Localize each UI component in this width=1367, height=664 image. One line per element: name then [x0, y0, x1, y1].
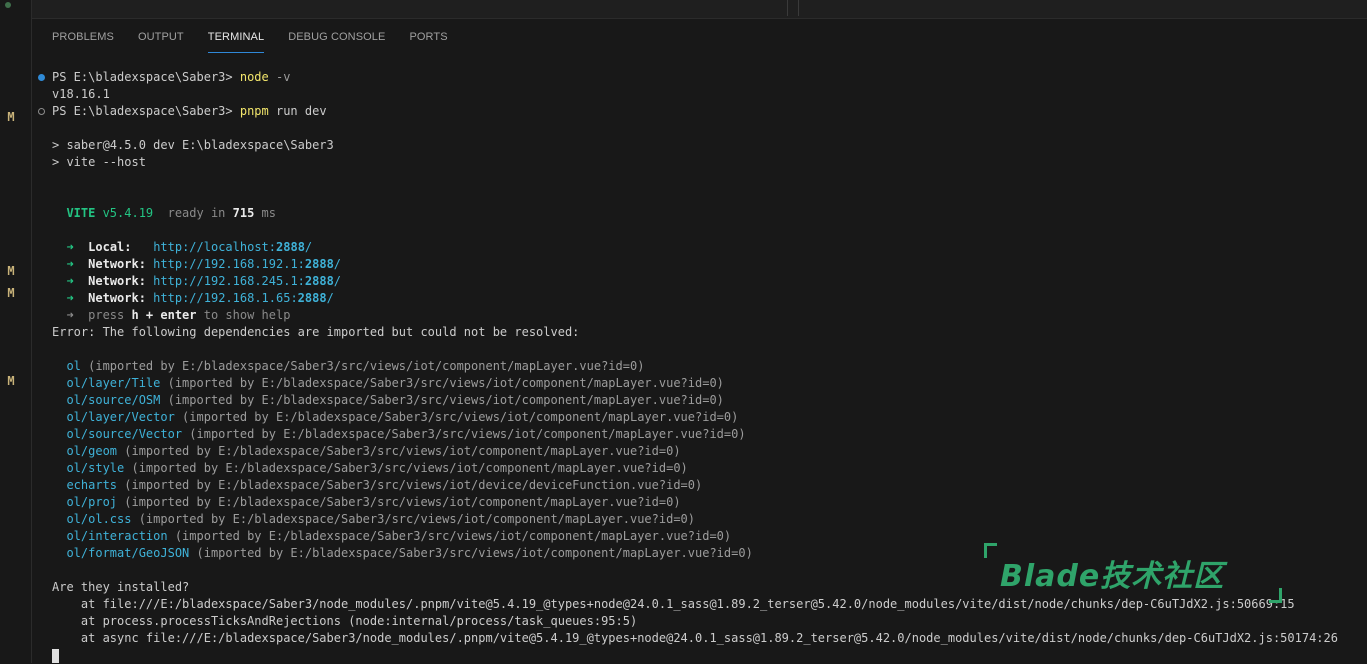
arrow-icon: ➜	[66, 257, 74, 271]
terminal-line: > saber@4.5.0 dev E:\bladexspace\Saber3	[52, 138, 334, 152]
dependency-source[interactable]: (imported by E:/bladexspace/Saber3/src/v…	[175, 410, 738, 424]
network-url-link[interactable]: http://192.168.1.65:2888/	[153, 291, 334, 305]
dependency-name: ol	[66, 359, 81, 373]
dependency-source[interactable]: (imported by E:/bladexspace/Saber3/src/v…	[117, 444, 680, 458]
dependency-row: ol/geom (imported by E:/bladexspace/Sabe…	[52, 443, 1367, 460]
tab-ports[interactable]: PORTS	[409, 27, 447, 51]
dependency-source[interactable]: (imported by E:/bladexspace/Saber3/src/v…	[160, 376, 724, 390]
dependency-row: ol/source/Vector (imported by E:/bladexs…	[52, 426, 1367, 443]
dependency-row: echarts (imported by E:/bladexspace/Sabe…	[52, 477, 1367, 494]
terminal-line: PS E:\bladexspace\Saber3> node -v	[38, 69, 1367, 86]
modified-marker: M	[7, 286, 15, 300]
watermark-text: Blade技术社区	[1000, 559, 1225, 594]
terminal-line: > vite --host	[52, 155, 146, 169]
vite-ready-line: VITE v5.4.19 ready in 715 ms	[66, 206, 277, 220]
dependency-source[interactable]: (imported by E:/bladexspace/Saber3/src/v…	[117, 478, 702, 492]
splitter-handle[interactable]	[798, 0, 799, 16]
dependency-name: ol/style	[66, 461, 125, 475]
panel-tabs: PROBLEMS OUTPUT TERMINAL DEBUG CONSOLE P…	[52, 27, 472, 53]
network-url-link[interactable]: http://192.168.245.1:2888/	[153, 274, 341, 288]
arrow-icon: ➜	[66, 240, 74, 254]
dependency-source[interactable]: (imported by E:/bladexspace/Saber3/src/v…	[117, 495, 680, 509]
arrow-icon: ➜	[66, 308, 74, 322]
dependency-row: ol/style (imported by E:/bladexspace/Sab…	[52, 460, 1367, 477]
tab-output[interactable]: OUTPUT	[138, 27, 184, 51]
dependency-source[interactable]: (imported by E:/bladexspace/Saber3/src/v…	[124, 461, 687, 475]
dependency-source[interactable]: (imported by E:/bladexspace/Saber3/src/v…	[168, 529, 731, 543]
dependency-row: ol (imported by E:/bladexspace/Saber3/sr…	[52, 358, 1367, 375]
network-url-link[interactable]: http://192.168.192.1:2888/	[153, 257, 341, 271]
dependency-source[interactable]: (imported by E:/bladexspace/Saber3/src/v…	[182, 427, 745, 441]
dependency-row: ol/layer/Vector (imported by E:/bladexsp…	[52, 409, 1367, 426]
dependency-source[interactable]: (imported by E:/bladexspace/Saber3/src/v…	[81, 359, 644, 373]
editor-gutter: M M M M	[0, 0, 32, 663]
stack-line: at process.processTicksAndRejections (no…	[52, 614, 638, 628]
watermark-logo: Blade技术社区	[984, 543, 1282, 603]
dependency-name: ol/ol.css	[66, 512, 132, 526]
dependency-name: ol/source/OSM	[66, 393, 161, 407]
dependency-name: ol/layer/Tile	[66, 376, 161, 390]
modified-marker: M	[7, 264, 15, 278]
url-line: ➜ Local: http://localhost:2888/	[66, 240, 313, 254]
dependency-name: ol/proj	[66, 495, 118, 509]
dependency-row: ol/ol.css (imported by E:/bladexspace/Sa…	[52, 511, 1367, 528]
dependency-row: ol/source/OSM (imported by E:/bladexspac…	[52, 392, 1367, 409]
arrow-icon: ➜	[66, 274, 74, 288]
url-line: ➜ Network: http://192.168.245.1:2888/	[66, 274, 342, 288]
dependency-row: ol/layer/Tile (imported by E:/bladexspac…	[52, 375, 1367, 392]
terminal-cursor	[52, 648, 59, 663]
bracket-icon	[984, 543, 997, 558]
dependency-source[interactable]: (imported by E:/bladexspace/Saber3/src/v…	[160, 393, 724, 407]
bracket-icon	[1269, 588, 1282, 603]
local-url-link[interactable]: http://localhost:2888/	[153, 240, 312, 254]
dependency-name: ol/geom	[66, 444, 118, 458]
command-running-icon[interactable]	[38, 108, 45, 115]
help-line: ➜ press h + enter to show help	[66, 308, 291, 322]
dependency-name: ol/source/Vector	[66, 427, 183, 441]
dependency-row: ol/proj (imported by E:/bladexspace/Sabe…	[52, 494, 1367, 511]
dependency-source[interactable]: (imported by E:/bladexspace/Saber3/src/v…	[189, 546, 753, 560]
tab-problems[interactable]: PROBLEMS	[52, 27, 114, 51]
dependency-name: echarts	[66, 478, 118, 492]
tab-terminal[interactable]: TERMINAL	[207, 27, 265, 53]
dependency-source[interactable]: (imported by E:/bladexspace/Saber3/src/v…	[131, 512, 695, 526]
stack-line: at async file:///E:/bladexspace/Saber3/n…	[52, 631, 1338, 645]
terminal-line: PS E:\bladexspace\Saber3> pnpm run dev	[38, 103, 1367, 120]
url-line: ➜ Network: http://192.168.1.65:2888/	[66, 291, 334, 305]
dependency-list: ol (imported by E:/bladexspace/Saber3/sr…	[52, 358, 1367, 562]
splitter-handle[interactable]	[787, 0, 788, 16]
dependency-name: ol/format/GeoJSON	[66, 546, 190, 560]
arrow-icon: ➜	[66, 291, 74, 305]
tab-debug-console[interactable]: DEBUG CONSOLE	[288, 27, 385, 51]
dependency-name: ol/interaction	[66, 529, 168, 543]
status-dot-icon	[5, 2, 11, 8]
editor-top-bar	[32, 0, 1367, 19]
dependency-name: ol/layer/Vector	[66, 410, 175, 424]
modified-marker: M	[7, 110, 15, 124]
command-success-icon[interactable]	[38, 74, 45, 81]
cursor-line	[52, 647, 1367, 664]
terminal-line: v18.16.1	[52, 87, 110, 101]
error-line: Error: The following dependencies are im…	[52, 325, 580, 339]
modified-marker: M	[7, 374, 15, 388]
url-line: ➜ Network: http://192.168.192.1:2888/	[66, 257, 342, 271]
